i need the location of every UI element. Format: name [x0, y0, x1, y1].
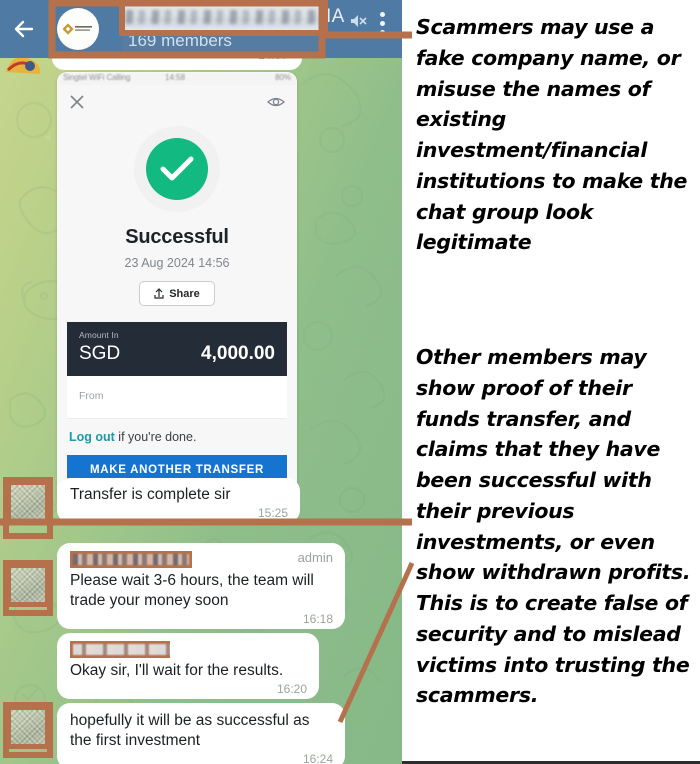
annotation-pane: Scammers may use a fake company name, or… — [402, 0, 700, 764]
group-name-visible-tail: IA — [326, 6, 345, 27]
share-label: Share — [169, 287, 200, 300]
message-timestamp: 15:25 — [257, 505, 288, 520]
message-timestamp: 16:20 — [276, 681, 307, 696]
sender-name-redaction — [70, 641, 170, 658]
annotation-group-name-text: Scammers may use a fake company name, or… — [416, 15, 688, 255]
phone-status-bar: Singtel WiFi Calling 14:58 80% — [57, 72, 297, 86]
members-count: 169 members — [128, 31, 232, 50]
message-bubble[interactable]: Okay sir, I'll wait for the results. 16:… — [57, 633, 319, 699]
logout-rest-text: if you're done. — [114, 430, 197, 444]
success-ring — [134, 126, 220, 212]
status-clock: 14:58 — [165, 73, 186, 82]
share-icon — [154, 288, 164, 299]
from-panel: From — [67, 376, 287, 419]
message-timestamp: 16:18 — [302, 611, 333, 626]
avatar-pixelated-image — [11, 568, 45, 602]
avatar-pixelated-image — [11, 710, 45, 744]
group-name-redaction — [122, 3, 324, 31]
check-circle-icon — [146, 138, 208, 200]
group-avatar[interactable] — [57, 8, 99, 50]
amount-label: Amount In — [79, 330, 119, 340]
message-text: hopefully it will be as successful as th… — [70, 712, 310, 749]
transfer-receipt-screenshot[interactable]: Singtel WiFi Calling 14:58 80% Successfu… — [57, 72, 297, 509]
close-icon[interactable] — [69, 94, 85, 110]
amount-currency: SGD — [79, 343, 121, 364]
from-label: From — [79, 390, 104, 402]
back-arrow-icon[interactable] — [10, 14, 40, 44]
logout-row: Log out if you're done. — [69, 430, 285, 444]
receipt-topbar — [57, 86, 297, 120]
message-text: Okay sir, I'll wait for the results. — [70, 662, 284, 679]
message-bubble[interactable]: Transfer is complete sir 15:25 — [57, 478, 300, 523]
receipt-datetime: 23 Aug 2024 14:56 — [124, 256, 230, 270]
eye-icon[interactable] — [267, 95, 285, 109]
amount-row: SGD 4,000.00 — [79, 343, 275, 365]
amount-value: 4,000.00 — [201, 343, 275, 364]
message-bubble[interactable]: admin Please wait 3-6 hours, the team wi… — [57, 543, 345, 629]
status-carrier: Singtel WiFi Calling — [63, 73, 131, 82]
message-text: Transfer is complete sir — [70, 486, 231, 503]
telegram-chat-screenshot: 14:57 Singtel WiFi Calling 14:58 80% — [0, 0, 402, 764]
avatar-pixelated-image — [11, 485, 45, 519]
sender-name-redaction — [70, 551, 192, 568]
share-button[interactable]: Share — [139, 281, 215, 306]
chat-header-bar: 169 members IA — [0, 0, 402, 58]
logout-link[interactable]: Log out — [69, 430, 115, 444]
receipt-status-title: Successful — [125, 226, 229, 248]
avatar[interactable] — [6, 705, 50, 749]
message-text: Please wait 3-6 hours, the team will tra… — [70, 572, 314, 609]
avatar[interactable] — [6, 563, 50, 607]
receipt-body: Successful 23 Aug 2024 14:56 Share Amoun… — [57, 86, 297, 509]
amount-panel: Amount In SGD 4,000.00 — [67, 322, 287, 376]
annotation-proof-of-transfer-text: Other members may show proof of their fu… — [416, 345, 691, 708]
message-bubble[interactable]: hopefully it will be as successful as th… — [57, 703, 345, 764]
message-timestamp: 16:24 — [302, 751, 333, 764]
status-battery: 80% — [274, 73, 291, 82]
admin-badge: admin — [297, 550, 333, 565]
muted-speaker-icon[interactable] — [348, 11, 368, 31]
overflow-menu-icon[interactable] — [380, 12, 386, 36]
avatar[interactable] — [6, 480, 50, 524]
